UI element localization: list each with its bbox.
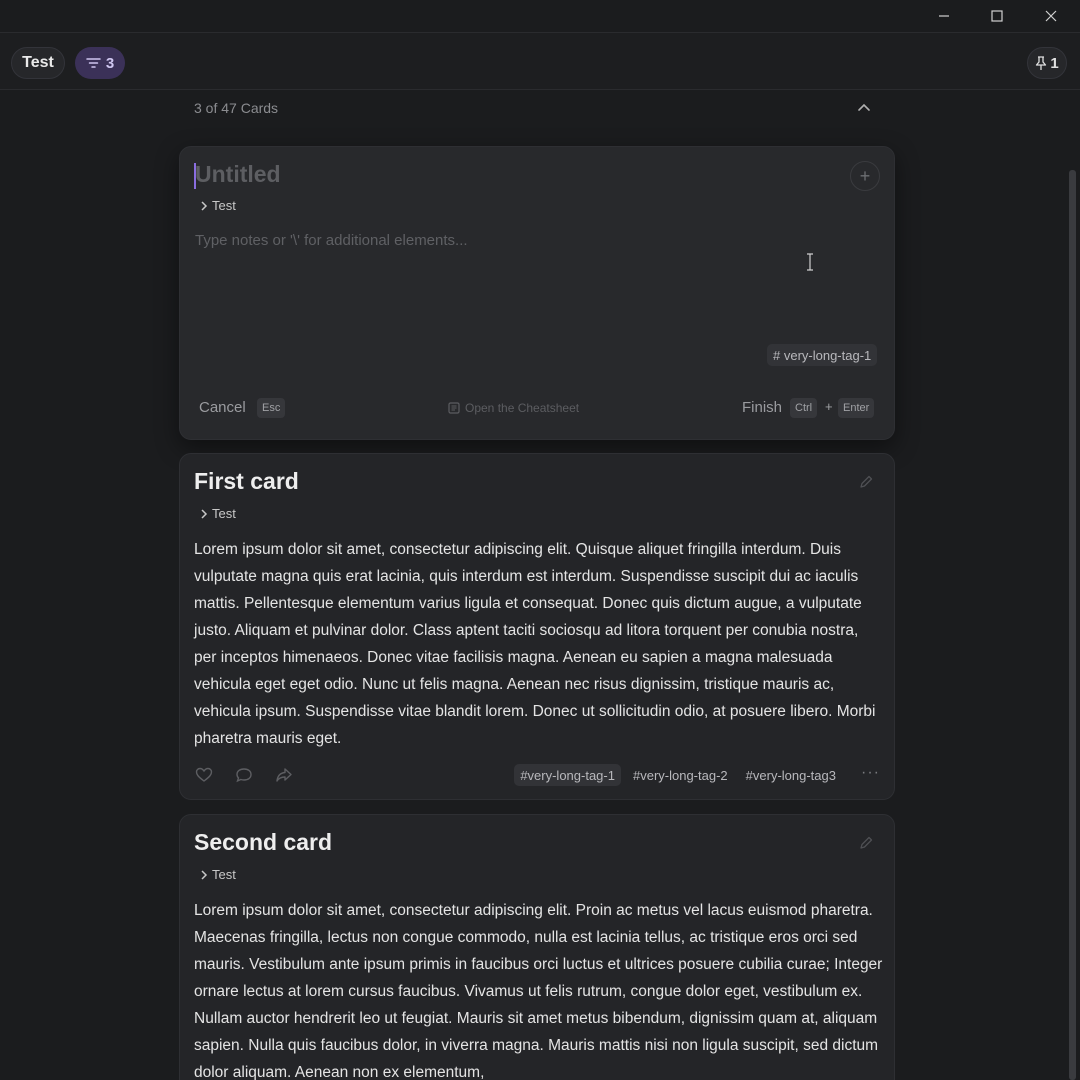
share-icon[interactable] [274, 765, 294, 785]
card-count: 3 of 47 Cards [194, 100, 279, 116]
card-title: Second card [194, 829, 333, 855]
finish-button[interactable]: Finish [742, 399, 782, 416]
breadcrumb-label: Test [212, 198, 236, 213]
plus-icon: + [859, 165, 871, 186]
board-toolbar: Test 3 1 [0, 32, 1080, 90]
chevron-right-icon [201, 869, 208, 880]
chevron-right-icon [201, 200, 208, 211]
hash-icon: # [520, 767, 528, 783]
board-name-button[interactable]: Test [11, 47, 65, 79]
cheatsheet-label: Open the Cheatsheet [465, 401, 580, 415]
board-name-label: Test [22, 54, 54, 71]
card-actions: # very-long-tag-1 # very-long-tag-2 # very-… [194, 764, 884, 786]
tag-chip[interactable]: # very-long-tag-2 [627, 764, 734, 786]
tag-label: very-long-tag-1 [527, 767, 615, 783]
cheatsheet-link[interactable]: Open the Cheatsheet [448, 401, 579, 415]
filter-count: 3 [105, 54, 115, 72]
card[interactable]: First card Test Lorem ipsum dolor sit am… [179, 453, 895, 800]
close-button[interactable] [1025, 0, 1077, 32]
ibeam-cursor-icon [806, 253, 814, 271]
breadcrumb[interactable]: Test [200, 198, 236, 213]
hash-icon: # [745, 767, 753, 783]
breadcrumb-label: Test [212, 506, 236, 521]
tag-label: very-long-tag-2 [640, 767, 728, 783]
breadcrumb[interactable]: Test [200, 506, 236, 521]
pinned-count: 1 [1050, 54, 1059, 72]
key-plus: + [825, 399, 833, 414]
hash-icon: # [773, 347, 784, 363]
chevron-right-icon [201, 508, 208, 519]
more-options-icon[interactable]: ··· [861, 764, 880, 782]
esc-key-hint: Esc [257, 398, 286, 418]
pencil-icon[interactable] [858, 474, 874, 490]
tag-chip[interactable]: # very-long-tag-1 [767, 344, 878, 366]
card-title-input[interactable]: Untitled [195, 161, 281, 188]
title-bar [0, 0, 1080, 32]
pinned-button[interactable]: 1 [1027, 47, 1067, 79]
card-body: Lorem ipsum dolor sit amet, consectetur … [194, 541, 876, 747]
tag-chip[interactable]: # very-long-tag3 [740, 764, 842, 786]
pin-icon [1036, 55, 1047, 70]
tag-label: very-long-tag-1 [783, 347, 872, 363]
pencil-icon[interactable] [858, 835, 874, 851]
breadcrumb-label: Test [212, 867, 236, 882]
hash-icon: # [632, 767, 641, 783]
minimize-icon [939, 15, 949, 17]
card[interactable]: Second card Test Lorem ipsum dolor sit a… [179, 814, 895, 1080]
notes-input[interactable]: Type notes or '\' for additional element… [195, 232, 468, 249]
close-icon [1045, 10, 1057, 22]
filter-icon [86, 58, 101, 68]
tag-chip[interactable]: # very-long-tag-1 [514, 764, 621, 786]
card-title: First card [194, 468, 299, 494]
maximize-icon [991, 10, 1003, 22]
card-body: Lorem ipsum dolor sit amet, consectetur … [194, 902, 883, 1080]
scrollbar[interactable] [1069, 170, 1076, 1080]
tag-list: # very-long-tag-1 # very-long-tag-2 # very-… [514, 764, 842, 786]
heart-icon[interactable] [194, 765, 214, 785]
ctrl-key-hint: Ctrl [790, 398, 818, 418]
minimize-button[interactable] [918, 0, 970, 32]
cheatsheet-icon [448, 402, 460, 414]
tag-label: very-long-tag3 [752, 767, 836, 783]
new-card-editor: Untitled + Test Type notes or '\' for ad… [179, 146, 895, 440]
maximize-button[interactable] [971, 0, 1023, 32]
enter-key-hint: Enter [838, 398, 875, 418]
filter-button[interactable]: 3 [75, 47, 125, 79]
chevron-up-icon[interactable] [856, 100, 872, 116]
cancel-button[interactable]: Cancel [199, 399, 246, 416]
add-element-button[interactable]: + [850, 161, 880, 191]
comment-icon[interactable] [234, 765, 254, 785]
editor-footer: Cancel Esc Open the Cheatsheet Finish Ct… [180, 395, 894, 421]
breadcrumb[interactable]: Test [200, 867, 236, 882]
